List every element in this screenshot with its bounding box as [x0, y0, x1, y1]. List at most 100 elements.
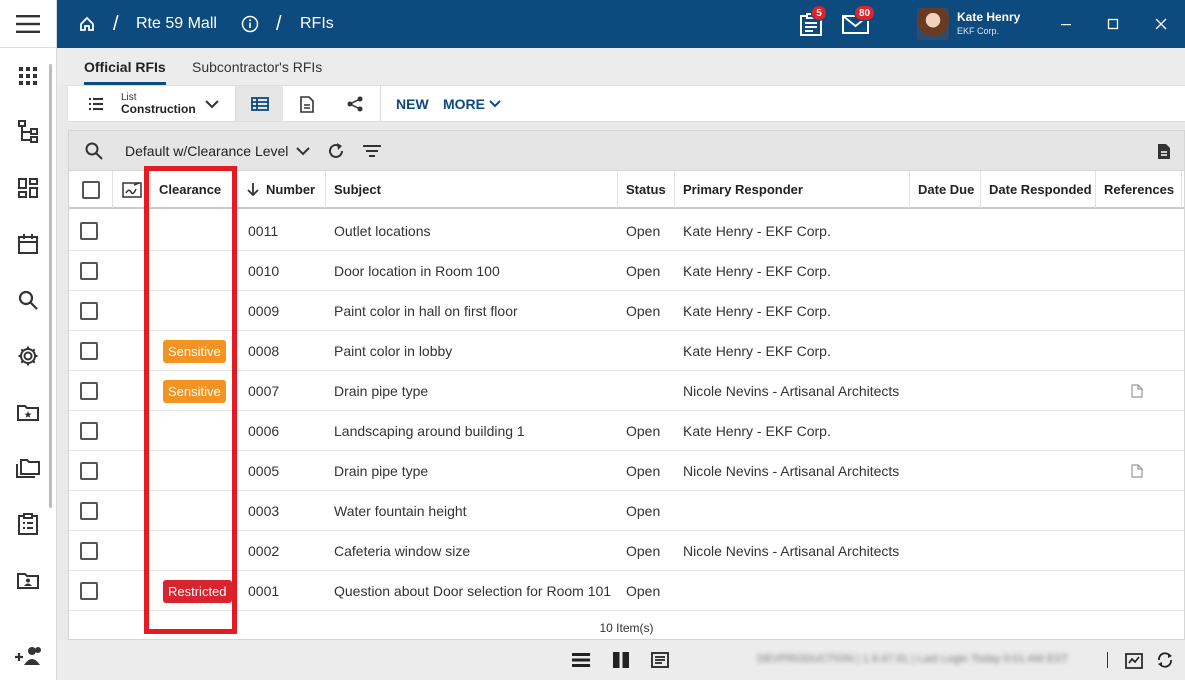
clipboard-icon[interactable] — [14, 510, 42, 538]
subject-cell[interactable]: Paint color in lobby — [334, 331, 452, 371]
add-users-icon[interactable] — [14, 642, 42, 670]
more-label: MORE — [443, 96, 485, 112]
select-all-checkbox[interactable] — [81, 180, 100, 199]
favorite-folder-icon[interactable] — [14, 398, 42, 426]
tab-official-rfis[interactable]: Official RFIs — [84, 48, 166, 85]
number-cell: 0001 — [248, 583, 280, 599]
subject-cell[interactable]: Drain pipe type — [334, 451, 428, 491]
column-header-subject[interactable]: Subject — [326, 171, 618, 208]
user-avatar[interactable] — [917, 8, 949, 40]
user-org: EKF Corp. — [957, 26, 1000, 36]
filter-icon[interactable] — [361, 131, 383, 171]
clearance-highlight-box — [144, 166, 237, 634]
subject-cell[interactable]: Drain pipe type — [334, 371, 428, 411]
status-cell: Open — [626, 263, 661, 279]
chevron-down-icon — [296, 146, 311, 155]
status-divider — [1107, 652, 1108, 668]
subject-cell[interactable]: Water fountain height — [334, 491, 467, 531]
grid-view-icon[interactable] — [235, 86, 283, 121]
left-rail — [0, 0, 57, 680]
folders-icon[interactable] — [14, 454, 42, 482]
subject-cell[interactable]: Paint color in hall on first floor — [334, 291, 518, 331]
sync-icon[interactable] — [1153, 640, 1177, 680]
row-checkbox[interactable] — [80, 582, 98, 600]
breadcrumb-project[interactable]: Rte 59 Mall — [136, 0, 217, 48]
number-cell: 0011 — [248, 223, 279, 239]
breadcrumb-separator: / — [276, 12, 282, 35]
minimize-icon[interactable] — [1060, 0, 1072, 48]
activity-clipboard-icon[interactable] — [1122, 640, 1146, 680]
export-document-icon[interactable] — [1153, 131, 1175, 171]
settings-gear-icon[interactable] — [14, 342, 42, 370]
column-header-number-label: Number — [266, 182, 316, 197]
calendar-icon[interactable] — [14, 230, 42, 258]
filter-bar: Default w/Clearance Level — [69, 131, 1184, 171]
subject-cell[interactable]: Landscaping around building 1 — [334, 411, 525, 451]
dashboard-icon[interactable] — [14, 174, 42, 202]
row-checkbox-cell — [80, 211, 98, 251]
tab-subcontractor-rfis[interactable]: Subcontractor's RFIs — [192, 48, 322, 85]
reference-document-icon[interactable] — [1131, 371, 1143, 411]
row-checkbox[interactable] — [80, 422, 98, 440]
rail-scrollbar[interactable] — [49, 64, 52, 508]
column-header-date-due[interactable]: Date Due — [910, 171, 981, 208]
detail-layout-icon[interactable] — [648, 640, 672, 680]
view-selector[interactable]: Default w/Clearance Level — [125, 131, 311, 171]
sort-down-arrow-icon — [247, 183, 259, 196]
row-checkbox[interactable] — [80, 262, 98, 280]
list-layout-icon[interactable] — [569, 640, 593, 680]
home-icon[interactable] — [79, 0, 95, 48]
search-icon[interactable] — [14, 286, 42, 314]
row-checkbox[interactable] — [80, 222, 98, 240]
hierarchy-icon[interactable] — [14, 118, 42, 146]
number-cell: 0008 — [248, 343, 280, 359]
document-icon[interactable] — [294, 86, 320, 122]
info-icon[interactable] — [241, 0, 259, 48]
new-button[interactable]: NEW — [396, 86, 429, 122]
row-checkbox[interactable] — [80, 462, 98, 480]
number-cell: 0010 — [248, 263, 280, 279]
row-checkbox[interactable] — [80, 542, 98, 560]
contacts-folder-icon[interactable] — [14, 566, 42, 594]
split-layout-icon[interactable] — [609, 640, 633, 680]
row-checkbox[interactable] — [80, 342, 98, 360]
subject-cell[interactable]: Door location in Room 100 — [334, 251, 500, 291]
row-checkbox-cell — [80, 531, 98, 571]
row-checkbox-cell — [80, 251, 98, 291]
chevron-down-icon[interactable] — [202, 86, 222, 122]
column-header-status[interactable]: Status — [618, 171, 675, 208]
subject-cell[interactable]: Cafeteria window size — [334, 531, 470, 571]
column-header-references[interactable]: References — [1096, 171, 1182, 208]
row-checkbox[interactable] — [80, 302, 98, 320]
maximize-icon[interactable] — [1107, 0, 1119, 48]
hamburger-menu-icon[interactable] — [0, 0, 56, 48]
subject-cell[interactable]: Outlet locations — [334, 211, 431, 251]
responder-cell: Kate Henry - EKF Corp. — [683, 343, 831, 359]
responder-cell: Kate Henry - EKF Corp. — [683, 263, 831, 279]
responder-cell: Nicole Nevins - Artisanal Architects — [683, 383, 900, 399]
list-icon — [86, 86, 106, 122]
refresh-icon[interactable] — [325, 131, 347, 171]
apps-grid-icon[interactable] — [14, 62, 42, 90]
search-icon[interactable] — [83, 131, 105, 171]
number-cell: 0009 — [248, 303, 280, 319]
column-header-primary-responder[interactable]: Primary Responder — [675, 171, 910, 208]
share-icon[interactable] — [342, 86, 368, 122]
list-selector[interactable]: Construction — [121, 102, 196, 116]
column-header-number[interactable]: Number — [233, 171, 326, 208]
user-name[interactable]: Kate Henry — [957, 10, 1020, 24]
responder-cell: Kate Henry - EKF Corp. — [683, 423, 831, 439]
reference-document-icon[interactable] — [1131, 451, 1143, 491]
status-cell: Open — [626, 543, 661, 559]
tab-bar: Official RFIs Subcontractor's RFIs — [57, 48, 1185, 85]
subject-cell[interactable]: Question about Door selection for Room 1… — [334, 571, 611, 611]
number-cell: 0007 — [248, 383, 280, 399]
close-icon[interactable] — [1155, 0, 1167, 48]
column-header-date-responded[interactable]: Date Responded — [981, 171, 1096, 208]
row-checkbox-cell — [80, 571, 98, 611]
tasks-badge: 5 — [811, 5, 827, 21]
more-button[interactable]: MORE — [443, 86, 501, 122]
row-checkbox[interactable] — [80, 382, 98, 400]
row-checkbox[interactable] — [80, 502, 98, 520]
breadcrumb-module[interactable]: RFIs — [300, 0, 334, 48]
